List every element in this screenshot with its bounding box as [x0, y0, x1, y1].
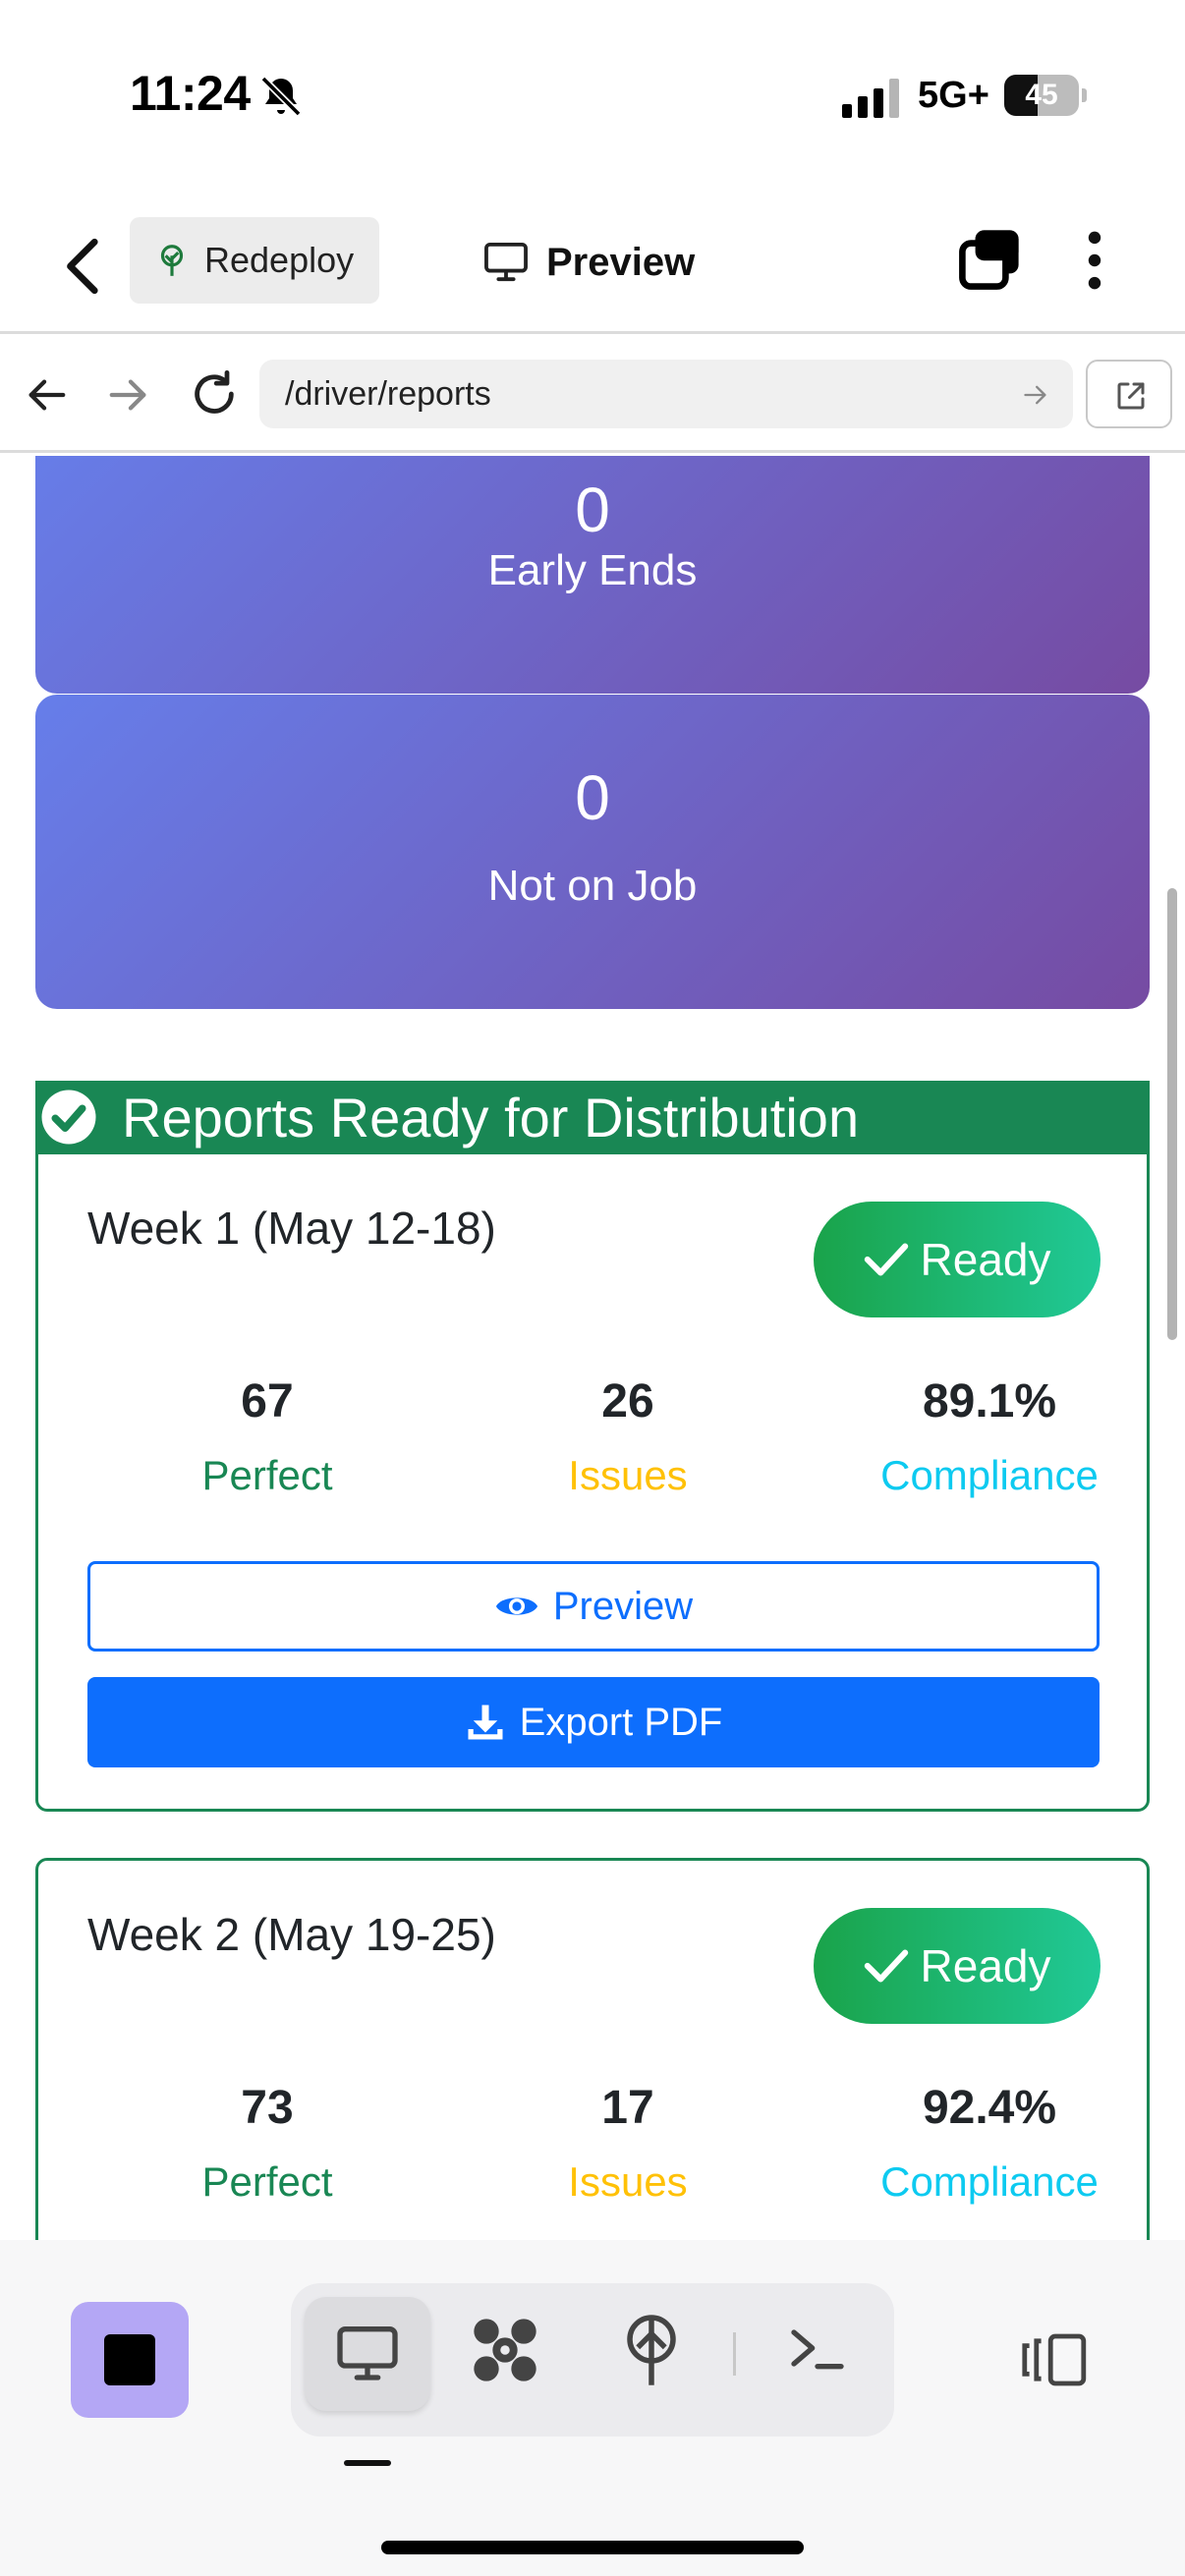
- url-text: /driver/reports: [285, 375, 491, 413]
- week-title: Week 2 (May 19-25): [87, 1909, 496, 1960]
- metric-label: Perfect: [201, 2158, 333, 2205]
- project-label: Redeploy: [204, 240, 355, 280]
- week-report-card: Week 2 (May 19-25) Ready 73 Perfect 17 I…: [35, 1858, 1150, 2240]
- stat-value: 0: [575, 475, 610, 545]
- check-icon: [864, 1949, 908, 1983]
- arrow-left-icon[interactable]: [24, 372, 69, 418]
- check-circle-icon: [41, 1090, 96, 1145]
- section-header: Reports Ready for Distribution: [35, 1081, 1150, 1153]
- active-tool-indicator: [344, 2460, 391, 2466]
- stat-card-not-on-job: 0 Not on Job: [35, 695, 1150, 1009]
- week-report-card: Week 1 (May 12-18) Ready 67 Perfect 26 I…: [35, 1151, 1150, 1812]
- metric-value: 92.4%: [922, 2082, 1057, 2134]
- metric-value: 67: [241, 1375, 294, 1428]
- download-icon: [468, 1705, 503, 1740]
- ready-badge: Ready: [814, 1202, 1100, 1317]
- toolbar-divider: [733, 2332, 736, 2376]
- desktop-tool-button[interactable]: [305, 2297, 430, 2411]
- metric-value: 73: [241, 2082, 294, 2134]
- metric-issues: 17 Issues: [480, 2081, 775, 2206]
- deploy-icon[interactable]: [619, 2311, 684, 2389]
- monitor-icon: [484, 242, 528, 282]
- tree-icon: [160, 245, 184, 276]
- stop-button[interactable]: [71, 2302, 189, 2418]
- stop-icon: [104, 2334, 155, 2385]
- tool-group: [291, 2283, 894, 2436]
- week-title: Week 1 (May 12-18): [87, 1203, 496, 1254]
- eye-icon: [495, 1597, 537, 1615]
- tabs-icon[interactable]: [958, 226, 1023, 291]
- bottom-toolbar: [0, 2240, 1185, 2576]
- project-chip[interactable]: Redeploy: [130, 217, 379, 304]
- metric-value: 26: [601, 1375, 654, 1428]
- stat-card-early-ends: 0 Early Ends: [35, 456, 1150, 694]
- section-title: Reports Ready for Distribution: [122, 1086, 860, 1148]
- metric-value: 89.1%: [922, 1375, 1057, 1428]
- browser-bar: /driver/reports: [0, 337, 1185, 453]
- export-label: Export PDF: [519, 1700, 723, 1744]
- bell-off-icon: [260, 76, 302, 117]
- preview-label: Preview: [552, 1584, 694, 1628]
- metric-compliance: 92.4% Compliance: [842, 2081, 1137, 2206]
- page-title: Preview: [546, 240, 696, 284]
- battery-percent: 45: [1025, 79, 1058, 111]
- metric-label: Compliance: [880, 2158, 1099, 2205]
- stat-value: 0: [575, 762, 610, 833]
- battery-icon: 45: [1004, 75, 1087, 116]
- status-time: 11:24: [130, 66, 251, 121]
- badge-label: Ready: [920, 1940, 1051, 1991]
- signal-icon: [842, 79, 899, 118]
- scrollbar[interactable]: [1167, 888, 1177, 1340]
- ready-badge: Ready: [814, 1908, 1100, 2024]
- chevron-left-icon[interactable]: [57, 235, 110, 298]
- network-label: 5G+: [918, 75, 989, 116]
- layout-toggle-icon[interactable]: [1020, 2330, 1091, 2389]
- reload-icon[interactable]: [189, 368, 240, 420]
- preview-title[interactable]: Preview: [483, 231, 695, 294]
- metric-compliance: 89.1% Compliance: [842, 1374, 1137, 1499]
- metric-perfect: 73 Perfect: [120, 2081, 415, 2206]
- stat-label: Not on Job: [487, 862, 698, 910]
- metric-label: Perfect: [201, 1452, 333, 1498]
- metric-issues: 26 Issues: [480, 1374, 775, 1499]
- metric-label: Compliance: [880, 1452, 1099, 1498]
- terminal-icon[interactable]: [786, 2319, 849, 2378]
- desktop-icon: [337, 2325, 398, 2380]
- go-arrow-icon[interactable]: [1022, 381, 1049, 409]
- check-icon: [864, 1243, 908, 1276]
- open-external-button[interactable]: [1086, 360, 1172, 428]
- arrow-right-icon[interactable]: [106, 372, 151, 418]
- app-header: Redeploy Preview: [0, 201, 1185, 334]
- metric-perfect: 67 Perfect: [120, 1374, 415, 1499]
- external-link-icon: [1117, 382, 1145, 410]
- url-field[interactable]: /driver/reports: [259, 360, 1073, 428]
- stat-label: Early Ends: [487, 546, 698, 594]
- status-bar: 11:24 5G+ 45: [0, 0, 1185, 187]
- kebab-icon[interactable]: [1076, 229, 1113, 292]
- page-content[interactable]: 0 Early Ends 0 Not on Job Reports Ready …: [0, 456, 1185, 2240]
- metric-label: Issues: [568, 1452, 688, 1498]
- badge-label: Ready: [920, 1234, 1051, 1285]
- home-indicator[interactable]: [381, 2541, 804, 2554]
- preview-button[interactable]: Preview: [87, 1561, 1100, 1652]
- metric-value: 17: [601, 2082, 654, 2134]
- metric-label: Issues: [568, 2158, 688, 2205]
- apps-icon[interactable]: [468, 2313, 542, 2387]
- export-pdf-button[interactable]: Export PDF: [87, 1677, 1100, 1767]
